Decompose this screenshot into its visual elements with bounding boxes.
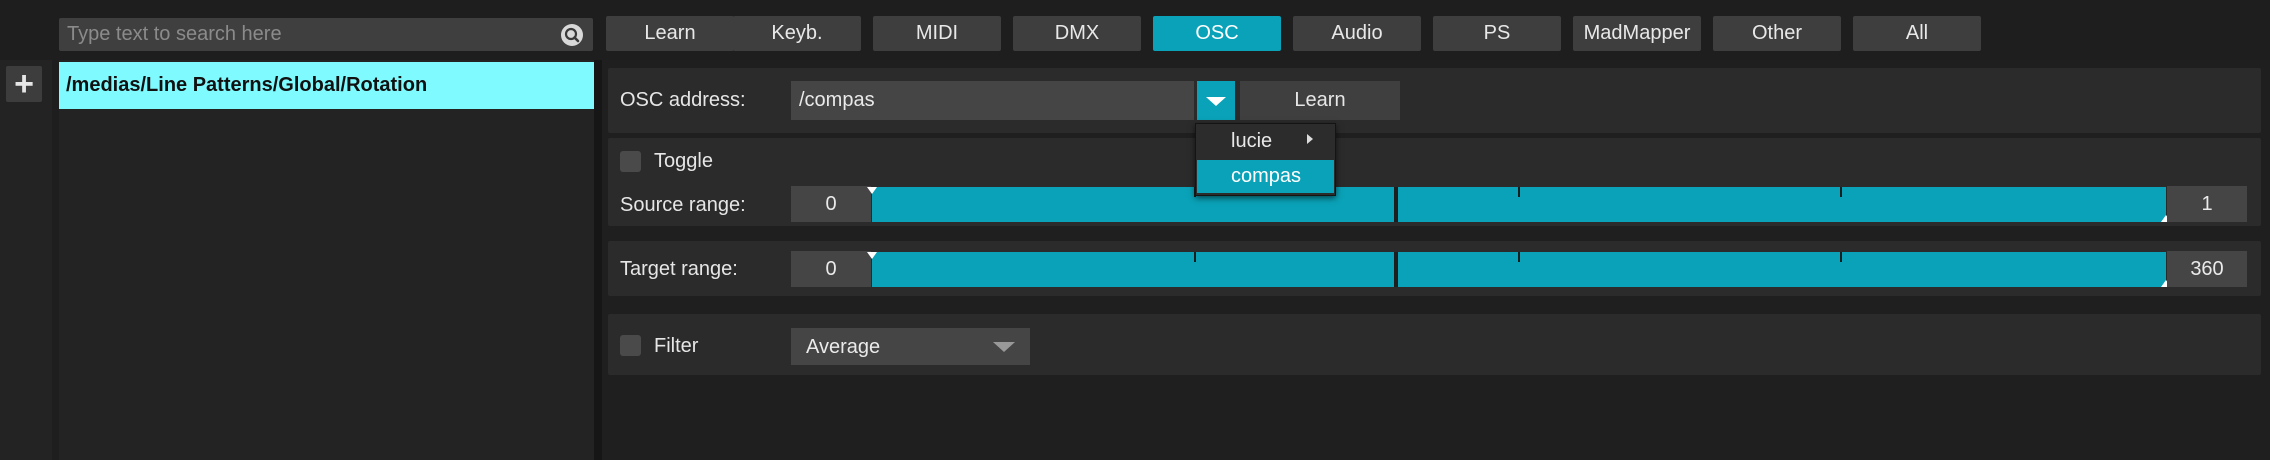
filter-select-value: Average xyxy=(806,336,881,358)
search-input[interactable] xyxy=(59,18,547,51)
range-tick-center xyxy=(1394,187,1398,222)
filter-checkbox[interactable] xyxy=(620,335,641,356)
source-range-max-field[interactable]: 1 xyxy=(2167,186,2247,222)
range-min-handle[interactable] xyxy=(867,187,877,194)
chevron-down-icon xyxy=(993,342,1015,352)
tab-learn[interactable]: Learn xyxy=(606,16,734,51)
target-range-min-field[interactable]: 0 xyxy=(791,251,871,287)
range-tick-center xyxy=(1394,252,1398,287)
tab-dmx[interactable]: DMX xyxy=(1013,16,1141,51)
mapping-list xyxy=(59,60,594,460)
source-range-slider[interactable] xyxy=(867,187,2171,222)
add-button[interactable]: + xyxy=(6,66,42,102)
tab-osc[interactable]: OSC xyxy=(1153,16,1281,51)
osc-learn-button[interactable]: Learn xyxy=(1240,81,1400,120)
range-min-handle[interactable] xyxy=(867,252,877,259)
range-tick xyxy=(1518,252,1520,262)
list-item-selected[interactable]: /medias/Line Patterns/Global/Rotation xyxy=(59,62,594,109)
tab-ps[interactable]: PS xyxy=(1433,16,1561,51)
source-range-min-field[interactable]: 0 xyxy=(791,186,871,222)
search-icon[interactable] xyxy=(561,24,583,46)
range-tick xyxy=(1518,187,1520,197)
target-range-max-field[interactable]: 360 xyxy=(2167,251,2247,287)
panel-divider[interactable] xyxy=(594,60,602,460)
chevron-down-icon xyxy=(1206,97,1226,106)
range-tick xyxy=(1194,252,1196,262)
search-box[interactable] xyxy=(59,18,593,51)
toggle-label: Toggle xyxy=(654,150,713,172)
range-tick xyxy=(1840,187,1842,197)
target-range-slider[interactable] xyxy=(867,252,2171,287)
tab-madmapper[interactable]: MadMapper xyxy=(1573,16,1701,51)
toggle-checkbox[interactable] xyxy=(620,151,641,172)
target-range-label: Target range: xyxy=(620,258,738,280)
submenu-arrow-icon xyxy=(1307,134,1313,144)
tab-all[interactable]: All xyxy=(1853,16,1981,51)
source-range-label: Source range: xyxy=(620,194,746,216)
tab-midi[interactable]: MIDI xyxy=(873,16,1001,51)
filter-label: Filter xyxy=(654,335,699,357)
menu-item-compas[interactable]: compas xyxy=(1197,160,1334,193)
osc-address-label: OSC address: xyxy=(620,89,746,111)
tab-keyboard[interactable]: Keyb. xyxy=(733,16,861,51)
tab-other[interactable]: Other xyxy=(1713,16,1841,51)
tab-audio[interactable]: Audio xyxy=(1293,16,1421,51)
left-strip xyxy=(0,60,52,460)
range-tick xyxy=(1840,252,1842,262)
osc-address-input[interactable]: /compas xyxy=(791,81,1194,120)
menu-item-lucie[interactable]: lucie xyxy=(1197,125,1334,158)
